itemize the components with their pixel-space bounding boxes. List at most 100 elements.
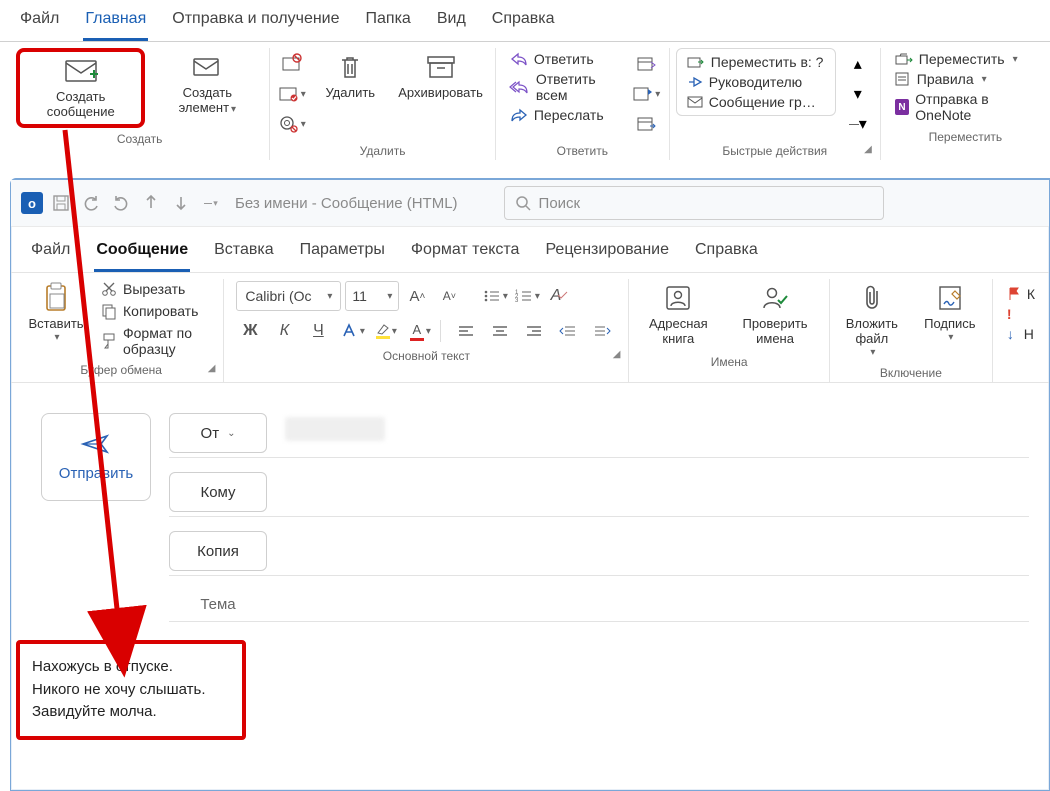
highlight-icon[interactable]: ▾ xyxy=(372,317,400,345)
ctab-review[interactable]: Рецензирование xyxy=(543,237,671,272)
quick-team-mail[interactable]: Сообщение гр… xyxy=(683,93,829,111)
new-message-label: Создать сообщение xyxy=(26,90,135,120)
tab-help[interactable]: Справка xyxy=(490,6,557,41)
search-placeholder: Поиск xyxy=(539,195,581,212)
prev-icon[interactable] xyxy=(139,191,163,215)
delete-button[interactable]: Удалить xyxy=(314,48,386,105)
meeting-reply-icon[interactable] xyxy=(633,50,661,78)
clear-format-icon[interactable]: A xyxy=(545,282,573,310)
message-body-highlight[interactable]: Нахожусь в отпуске. Никого не хочу слыша… xyxy=(16,640,246,740)
indent-icon[interactable] xyxy=(588,317,616,345)
junk-icon[interactable]: ▾ xyxy=(278,110,306,138)
shrink-font-icon[interactable]: A˅ xyxy=(435,282,463,310)
bold-button[interactable]: Ж xyxy=(236,317,264,345)
forward-button[interactable]: Переслать xyxy=(506,106,621,124)
archive-button[interactable]: Архивировать xyxy=(392,48,489,105)
from-value[interactable] xyxy=(285,417,1029,449)
new-item-button[interactable]: Создать элемент▾ xyxy=(151,48,263,120)
ignore-icon[interactable] xyxy=(278,50,306,78)
tab-view[interactable]: Вид xyxy=(435,6,468,41)
font-name-select[interactable]: Calibri (Ос▾ xyxy=(236,281,341,311)
ctab-message[interactable]: Сообщение xyxy=(94,237,190,272)
to-button[interactable]: Кому xyxy=(169,472,267,512)
reply-button[interactable]: Ответить xyxy=(506,50,621,68)
tab-home[interactable]: Главная xyxy=(83,6,148,41)
copy-button[interactable]: Копировать xyxy=(97,301,213,321)
format-painter-button[interactable]: Формат по образцу xyxy=(97,323,213,359)
quick-dialog-launcher-icon[interactable]: ◢ xyxy=(864,144,872,155)
down-arrow-icon: ↓ xyxy=(1007,326,1014,342)
number-list-icon[interactable]: 123▾ xyxy=(513,282,541,310)
align-left-icon[interactable] xyxy=(452,317,480,345)
cleanup-icon[interactable]: ▾ xyxy=(278,80,306,108)
grow-font-icon[interactable]: A˄ xyxy=(403,282,431,310)
followup-button[interactable]: К xyxy=(1003,285,1039,303)
underline-button[interactable]: Ч xyxy=(304,317,332,345)
font-dialog-launcher-icon[interactable]: ◢ xyxy=(613,349,621,360)
group-delete-label: Удалить xyxy=(276,140,489,160)
signature-button[interactable]: Подпись▾ xyxy=(914,279,986,347)
align-center-icon[interactable] xyxy=(486,317,514,345)
reply-more-icon[interactable]: ▾ xyxy=(633,80,661,108)
rules-button[interactable]: Правила▾ xyxy=(891,70,1040,88)
low-importance-button[interactable]: ↓ Н xyxy=(1003,325,1039,343)
body-line-1: Нахожусь в отпуске. xyxy=(32,656,230,679)
quick-manager[interactable]: Руководителю xyxy=(683,73,829,91)
onenote-button[interactable]: NОтправка в OneNote xyxy=(891,90,1040,124)
cc-value[interactable] xyxy=(285,535,1029,567)
tab-folder[interactable]: Папка xyxy=(364,6,413,41)
text-effects-icon[interactable]: ▾ xyxy=(338,317,366,345)
ctab-insert[interactable]: Вставка xyxy=(212,237,275,272)
check-names-button[interactable]: Проверить имена xyxy=(727,279,823,351)
reply-all-button[interactable]: Ответить всем xyxy=(506,70,621,104)
ctab-file[interactable]: Файл xyxy=(29,237,72,272)
next-icon[interactable] xyxy=(169,191,193,215)
ctab-options[interactable]: Параметры xyxy=(298,237,387,272)
undo-icon[interactable] xyxy=(79,191,103,215)
move-button[interactable]: Переместить▾ xyxy=(891,50,1040,68)
search-input[interactable]: Поиск xyxy=(504,186,884,220)
group-clipboard-label: Буфер обмена◢ xyxy=(25,359,217,379)
trash-icon xyxy=(332,52,368,82)
italic-button[interactable]: К xyxy=(270,317,298,345)
quick-scroll-down-icon[interactable]: ▾ xyxy=(844,80,872,108)
signature-icon xyxy=(932,283,968,313)
clipboard-dialog-launcher-icon[interactable]: ◢ xyxy=(208,363,216,374)
from-button[interactable]: От⌄ xyxy=(169,413,267,453)
ctab-format[interactable]: Формат текста xyxy=(409,237,522,272)
group-reply: Ответить Ответить всем Переслать ▾ Ответ… xyxy=(496,48,670,160)
paperclip-icon xyxy=(854,283,890,313)
group-clipboard: Вставить▾ Вырезать Копировать Формат по … xyxy=(19,279,224,382)
cc-button[interactable]: Копия xyxy=(169,531,267,571)
body-line-2: Никого не хочу слышать. xyxy=(32,679,230,702)
bullet-list-icon[interactable]: ▾ xyxy=(481,282,509,310)
quick-scroll-up-icon[interactable]: ▴ xyxy=(844,50,872,78)
search-icon xyxy=(515,195,531,211)
outdent-icon[interactable] xyxy=(554,317,582,345)
reply-extra-icon[interactable] xyxy=(633,110,661,138)
redo-icon[interactable] xyxy=(109,191,133,215)
align-right-icon[interactable] xyxy=(520,317,548,345)
new-message-button[interactable]: Создать сообщение xyxy=(16,48,145,128)
to-value[interactable] xyxy=(285,476,1029,508)
copy-icon xyxy=(101,303,117,319)
cut-button[interactable]: Вырезать xyxy=(97,279,213,299)
quick-expand-icon[interactable]: ▾ xyxy=(844,110,872,138)
font-size-select[interactable]: 11▾ xyxy=(345,281,399,311)
send-button[interactable]: Отправить xyxy=(41,413,151,501)
font-color-icon[interactable]: A▾ xyxy=(406,317,434,345)
quick-move-to[interactable]: Переместить в: ? xyxy=(683,53,829,71)
group-font: Calibri (Ос▾ 11▾ A˄ A˅ ▾ 123▾ A Ж К Ч ▾ … xyxy=(224,279,629,382)
ctab-help[interactable]: Справка xyxy=(693,237,760,272)
group-font-label: Основной текст◢ xyxy=(230,345,622,365)
group-names-label: Имена xyxy=(635,351,822,371)
high-importance-button[interactable]: ! xyxy=(1003,305,1039,323)
paste-button[interactable]: Вставить▾ xyxy=(25,279,87,347)
address-book-button[interactable]: Адресная книга xyxy=(635,279,721,351)
clipboard-icon xyxy=(38,283,74,313)
tab-sendreceive[interactable]: Отправка и получение xyxy=(170,6,341,41)
attach-file-button[interactable]: Вложить файл▾ xyxy=(836,279,908,362)
save-icon[interactable] xyxy=(49,191,73,215)
qat-customize-icon[interactable]: ▾ xyxy=(199,191,223,215)
tab-file[interactable]: Файл xyxy=(18,6,61,41)
